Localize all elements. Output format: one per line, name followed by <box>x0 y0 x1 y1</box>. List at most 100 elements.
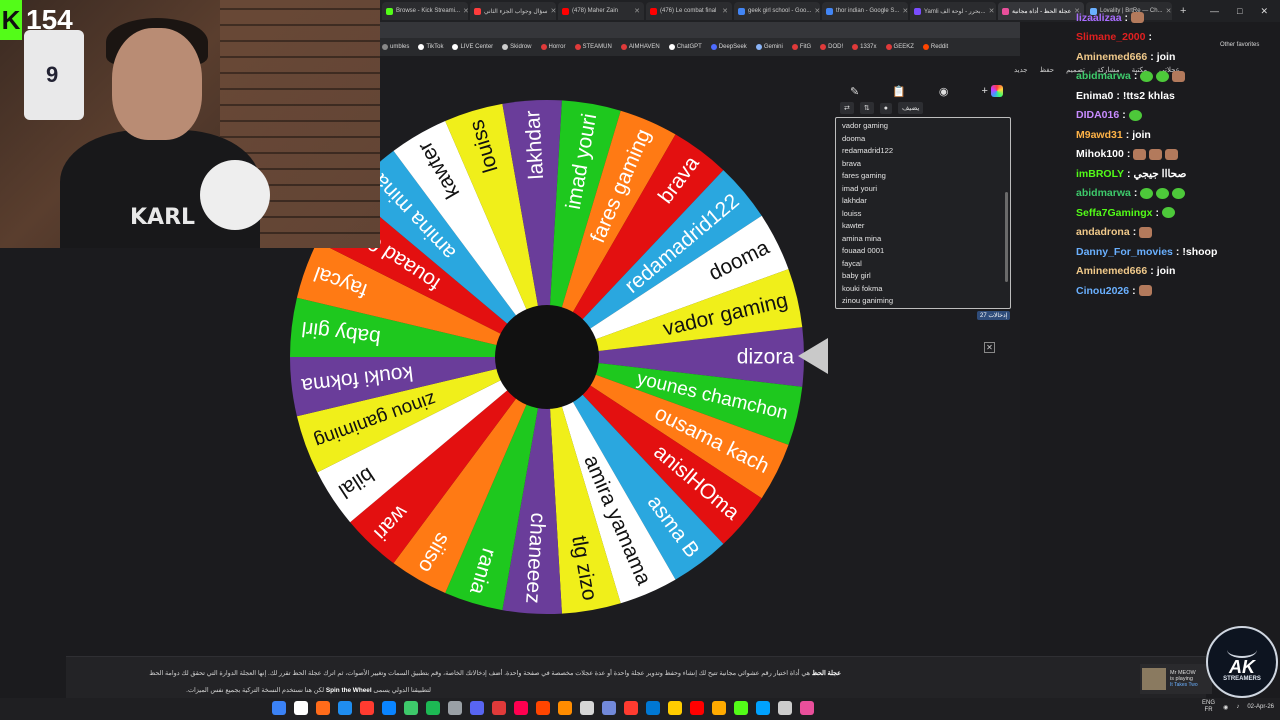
browser-tab[interactable]: (476) Le combat final ✕ <box>646 2 732 20</box>
lang-1[interactable]: ENG <box>1202 700 1215 707</box>
entries-scrollbar[interactable] <box>1005 192 1008 282</box>
description-link[interactable]: Spin the Wheel <box>326 687 372 694</box>
browser-tab[interactable]: thor indian - Google S... ✕ <box>822 2 908 20</box>
taskbar-app-icon[interactable] <box>404 701 418 715</box>
bookmark-item[interactable]: LIVE Center <box>452 44 493 50</box>
entry-line: fouaad 0001 <box>842 246 885 255</box>
browser-tab[interactable]: عجلة الحظ - أداة مجانية ✕ <box>998 2 1084 20</box>
taskbar-app-icon[interactable] <box>470 701 484 715</box>
tab-close-icon[interactable]: ✕ <box>814 7 820 15</box>
taskbar-app-icon[interactable] <box>360 701 374 715</box>
bookmark-item[interactable]: ChatGPT <box>668 44 702 50</box>
taskbar-app-icon[interactable] <box>624 701 638 715</box>
browser-tab[interactable]: (478) Maher Zain ✕ <box>558 2 644 20</box>
taskbar-app-icon[interactable] <box>558 701 572 715</box>
taskbar-app-icon[interactable] <box>580 701 594 715</box>
viewer-counter: K 154 <box>0 0 73 40</box>
bookmark-item[interactable]: umbles <box>382 44 409 50</box>
taskbar-app-icon[interactable] <box>448 701 462 715</box>
chat-username[interactable]: Cinou2026 <box>1076 285 1129 297</box>
chat-username[interactable]: Aminemed666 <box>1076 51 1147 63</box>
entry-line: redamadrid122 <box>842 146 894 155</box>
taskbar-app-icon[interactable] <box>712 701 726 715</box>
chat-username[interactable]: Enima0 <box>1076 90 1113 102</box>
browser-tab[interactable]: سؤال وجواب الجزء الثاني ✕ <box>470 2 556 20</box>
bookmark-item[interactable]: FitG <box>791 44 811 50</box>
taskbar-app-icon[interactable] <box>602 701 616 715</box>
taskbar-app-icon[interactable] <box>646 701 660 715</box>
emote-icon <box>1161 207 1175 219</box>
shirt-text: KARL <box>130 205 196 230</box>
chat-username[interactable]: Danny_For_movies <box>1076 246 1173 258</box>
bookmark-item[interactable]: TikTok <box>418 44 443 50</box>
bookmark-item[interactable]: GEEKZ <box>885 44 914 50</box>
chat-message: Slimane_2000: <box>1076 28 1280 48</box>
taskbar-app-icon[interactable] <box>778 701 792 715</box>
chat-username[interactable]: DIDA016 <box>1076 109 1119 121</box>
tab-close-icon[interactable]: ✕ <box>550 7 556 15</box>
chat-username[interactable]: imBROLY <box>1076 168 1124 180</box>
taskbar-app-icon[interactable] <box>800 701 814 715</box>
browser-tab[interactable]: Browse - Kick Streami... ✕ <box>382 2 468 20</box>
sort-button[interactable]: ⇅ <box>859 102 874 114</box>
chat-username[interactable]: M9awd31 <box>1076 129 1123 141</box>
volume-icon[interactable]: ♪ <box>1236 704 1239 710</box>
bookmark-item[interactable]: DeepSeek <box>710 44 747 50</box>
add-image-button[interactable]: يضيف <box>897 102 924 114</box>
bookmark-label: Reddit <box>930 44 949 50</box>
hide-icon[interactable]: ◉ <box>939 85 949 98</box>
chat-username[interactable]: lizaalizaa <box>1076 12 1122 24</box>
tab-close-icon[interactable]: ✕ <box>463 7 468 15</box>
tab-close-icon[interactable]: ✕ <box>634 7 640 15</box>
pen-icon[interactable]: ✎ <box>850 85 859 98</box>
taskbar-app-icon[interactable] <box>734 701 748 715</box>
tab-close-icon[interactable]: ✕ <box>722 7 728 15</box>
wheel-nav-item[interactable]: حفظ <box>1040 66 1055 74</box>
chat-username[interactable]: abidmarwa <box>1076 187 1131 199</box>
bookmark-item[interactable]: DOD! <box>820 44 843 50</box>
entries-textarea[interactable]: vador gaming dooma redamadrid122 brava fares… <box>835 117 1011 309</box>
taskbar-app-icon[interactable] <box>492 701 506 715</box>
shuffle-button[interactable]: ⇄ <box>840 102 854 114</box>
bookmark-item[interactable]: Horror <box>540 44 566 50</box>
tab-close-icon[interactable]: ✕ <box>902 7 908 15</box>
chat-username[interactable]: Aminemed666 <box>1076 265 1147 277</box>
taskbar-app-icon[interactable] <box>382 701 396 715</box>
taskbar-app-icon[interactable] <box>272 701 286 715</box>
taskbar-app-icon[interactable] <box>338 701 352 715</box>
chat-username[interactable]: Slimane_2000 <box>1076 31 1145 43</box>
tab-label: Yamli بحرر - لوحة الف... <box>924 8 986 15</box>
close-icon[interactable]: ✕ <box>984 342 995 353</box>
add-entry-button[interactable]: ● <box>879 102 892 114</box>
tab-close-icon[interactable]: ✕ <box>989 7 995 15</box>
chat-username[interactable]: andadrona <box>1076 226 1130 238</box>
bookmark-item[interactable]: STEAMUN <box>574 44 612 50</box>
chat-username[interactable]: abidmarwa <box>1076 70 1131 82</box>
address-bar[interactable] <box>380 22 1020 38</box>
taskbar-app-icon[interactable] <box>756 701 770 715</box>
chat-username[interactable]: Seffa7Gamingx <box>1076 207 1152 219</box>
bookmark-item[interactable]: 1337x <box>852 44 877 50</box>
taskbar-app-icon[interactable] <box>426 701 440 715</box>
add-image-icon[interactable]: + <box>982 85 1003 97</box>
lang-2[interactable]: FR <box>1202 707 1215 714</box>
taskbar-app-icon[interactable] <box>690 701 704 715</box>
browser-tab[interactable]: Yamli بحرر - لوحة الف... ✕ <box>910 2 996 20</box>
clock[interactable]: 02-Apr-26 <box>1247 703 1274 711</box>
browser-tab[interactable]: geek girl school - Goo... ✕ <box>734 2 820 20</box>
wheel-center-hub[interactable] <box>495 305 599 409</box>
bookmark-item[interactable]: Reddit <box>922 44 949 50</box>
bookmark-item[interactable]: Gemini <box>755 44 783 50</box>
taskbar-app-icon[interactable] <box>668 701 682 715</box>
taskbar-app-icon[interactable] <box>294 701 308 715</box>
clipboard-icon[interactable]: 📋 <box>892 85 906 98</box>
taskbar-app-icon[interactable] <box>536 701 550 715</box>
logo-name: AK <box>1229 657 1255 677</box>
wifi-icon[interactable]: ◉ <box>1223 704 1228 711</box>
bookmark-item[interactable]: AIMHAVEN <box>620 44 660 50</box>
chat-username[interactable]: Mihok100 <box>1076 148 1124 160</box>
taskbar-app-icon[interactable] <box>316 701 330 715</box>
bookmark-item[interactable]: Skidrow <box>502 44 532 50</box>
taskbar-app-icon[interactable] <box>514 701 528 715</box>
wheel-nav-item[interactable]: جديد <box>1014 66 1028 74</box>
